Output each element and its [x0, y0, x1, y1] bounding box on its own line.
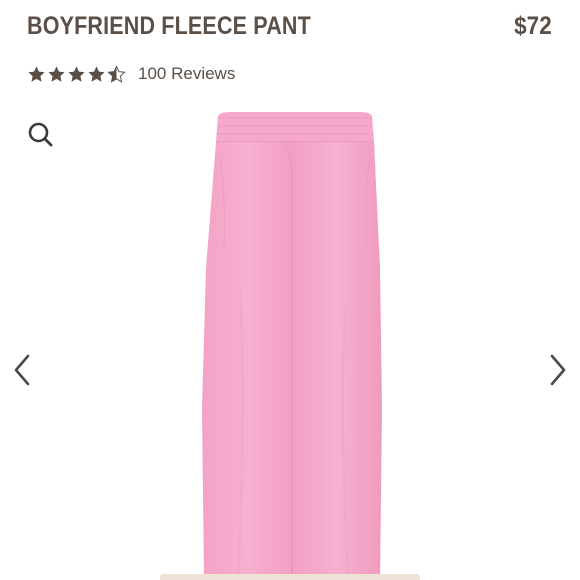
product-price: $72 — [514, 12, 552, 40]
star-half-icon — [107, 64, 126, 83]
star-icon — [48, 65, 65, 82]
star-icon — [88, 65, 105, 82]
product-image — [202, 112, 382, 580]
thumbnail-strip — [160, 574, 420, 580]
chevron-right-icon[interactable] — [542, 350, 572, 390]
chevron-left-icon[interactable] — [8, 350, 38, 390]
product-page: BOYFRIEND FLEECE PANT $72 100 Reviews — [0, 0, 580, 580]
rating-row[interactable]: 100 Reviews — [27, 60, 235, 88]
star-icon — [68, 65, 85, 82]
star-icon — [28, 65, 45, 82]
reviews-link[interactable]: 100 Reviews — [138, 64, 235, 84]
star-rating — [27, 64, 126, 84]
zoom-search-button[interactable] — [26, 120, 56, 150]
search-icon — [28, 122, 53, 147]
product-title: BOYFRIEND FLEECE PANT — [27, 12, 311, 40]
